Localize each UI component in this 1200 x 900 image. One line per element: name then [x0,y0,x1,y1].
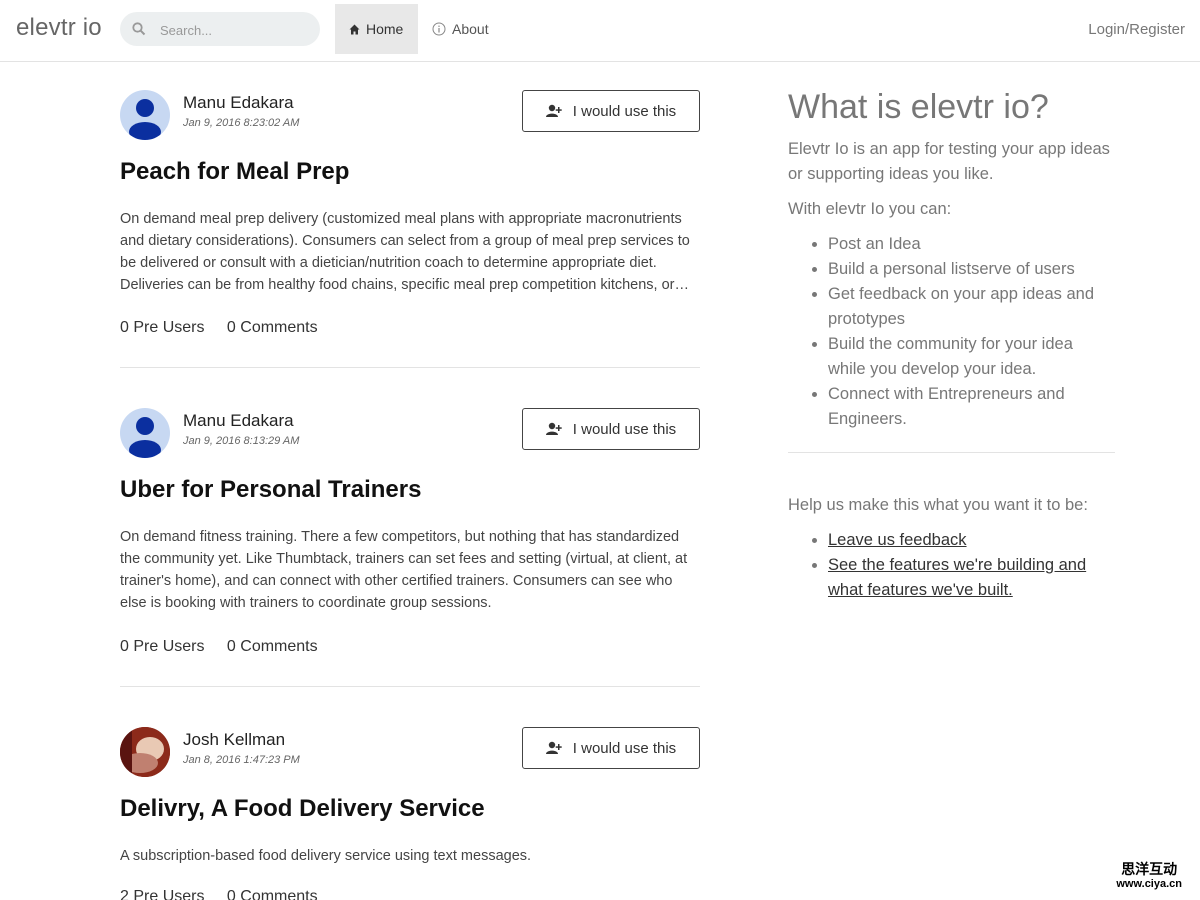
about-sidebar: What is elevtr io? Elevtr Io is an app f… [788,88,1115,603]
sidebar-help-text: Help us make this what you want it to be… [788,496,1088,514]
link-item: See the features we're building and what… [828,553,1115,603]
comments-count[interactable]: 0 Comments [227,888,318,900]
post-title[interactable]: Peach for Meal Prep [120,158,349,186]
search-box[interactable] [120,12,320,46]
feature-item: Post an Idea [828,232,1115,257]
tab-home-label: Home [366,21,404,37]
watermark-title: 思洋互动 [1121,861,1178,877]
would-use-label: I would use this [572,102,677,120]
tab-home[interactable]: Home [335,4,418,54]
avatar[interactable] [120,727,170,777]
sidebar-intro: Elevtr Io is an app for testing your app… [788,140,1110,183]
sidebar-with-text: With elevtr Io you can: [788,200,952,218]
post-stats: 0 Pre Users 0 Comments [120,319,336,337]
login-register-link[interactable]: Login/Register [1088,21,1185,38]
author-name[interactable]: Manu Edakara [183,93,294,113]
post-stats: 0 Pre Users 0 Comments [120,638,336,656]
avatar[interactable] [120,90,170,140]
post-description: On demand fitness training. There a few … [120,529,688,611]
tab-about[interactable]: About [418,4,503,54]
idea-post: Josh Kellman Jan 8, 2016 1:47:23 PM I wo… [120,727,700,900]
add-user-icon [545,741,563,755]
watermark: 思洋互动 www.ciya.cn [1116,862,1182,892]
comments-count[interactable]: 0 Comments [227,319,318,336]
add-user-icon [545,422,563,436]
tab-about-label: About [452,21,489,37]
search-input[interactable] [158,18,312,42]
post-timestamp: Jan 9, 2016 8:13:29 AM [183,435,300,447]
post-divider [120,367,700,368]
link-item: Leave us feedback [828,528,1115,553]
sidebar-divider [788,452,1115,453]
post-description: On demand meal prep delivery (customized… [120,211,690,293]
would-use-button[interactable]: I would use this [522,408,700,450]
pre-users-count[interactable]: 0 Pre Users [120,319,204,336]
search-icon [132,22,146,36]
post-title[interactable]: Delivry, A Food Delivery Service [120,795,485,823]
author-name[interactable]: Josh Kellman [183,730,285,750]
post-description: A subscription-based food delivery servi… [120,848,532,864]
post-title[interactable]: Uber for Personal Trainers [120,476,421,504]
feature-item: Build the community for your idea while … [828,332,1115,382]
feedback-link[interactable]: Leave us feedback [828,531,967,549]
feature-list: Post an Idea Build a personal listserve … [788,232,1115,432]
would-use-button[interactable]: I would use this [522,90,700,132]
features-roadmap-link[interactable]: See the features we're building and what… [828,556,1086,599]
brand-logo[interactable]: elevtr io [16,14,102,42]
sidebar-heading: What is elevtr io? [788,88,1049,126]
post-stats: 2 Pre Users 0 Comments [120,888,336,900]
post-divider [120,686,700,687]
add-user-icon [545,104,563,118]
pre-users-count[interactable]: 2 Pre Users [120,888,204,900]
would-use-label: I would use this [572,739,677,757]
post-timestamp: Jan 9, 2016 8:23:02 AM [183,117,300,129]
watermark-url: www.ciya.cn [1116,878,1182,890]
comments-count[interactable]: 0 Comments [227,638,318,655]
pre-users-count[interactable]: 0 Pre Users [120,638,204,655]
would-use-button[interactable]: I would use this [522,727,700,769]
feature-item: Build a personal listserve of users [828,257,1115,282]
info-icon [432,22,446,36]
top-navbar: elevtr io Home About Login/Register [0,0,1200,62]
feature-item: Get feedback on your app ideas and proto… [828,282,1115,332]
idea-post: Manu Edakara Jan 9, 2016 8:23:02 AM I wo… [120,90,700,368]
post-timestamp: Jan 8, 2016 1:47:23 PM [183,754,300,766]
feature-item: Connect with Entrepreneurs and Engineers… [828,382,1115,432]
idea-post: Manu Edakara Jan 9, 2016 8:13:29 AM I wo… [120,408,700,688]
sidebar-links: Leave us feedback See the features we're… [788,528,1115,603]
home-icon [349,24,360,35]
author-name[interactable]: Manu Edakara [183,411,294,431]
avatar[interactable] [120,408,170,458]
would-use-label: I would use this [572,420,677,438]
